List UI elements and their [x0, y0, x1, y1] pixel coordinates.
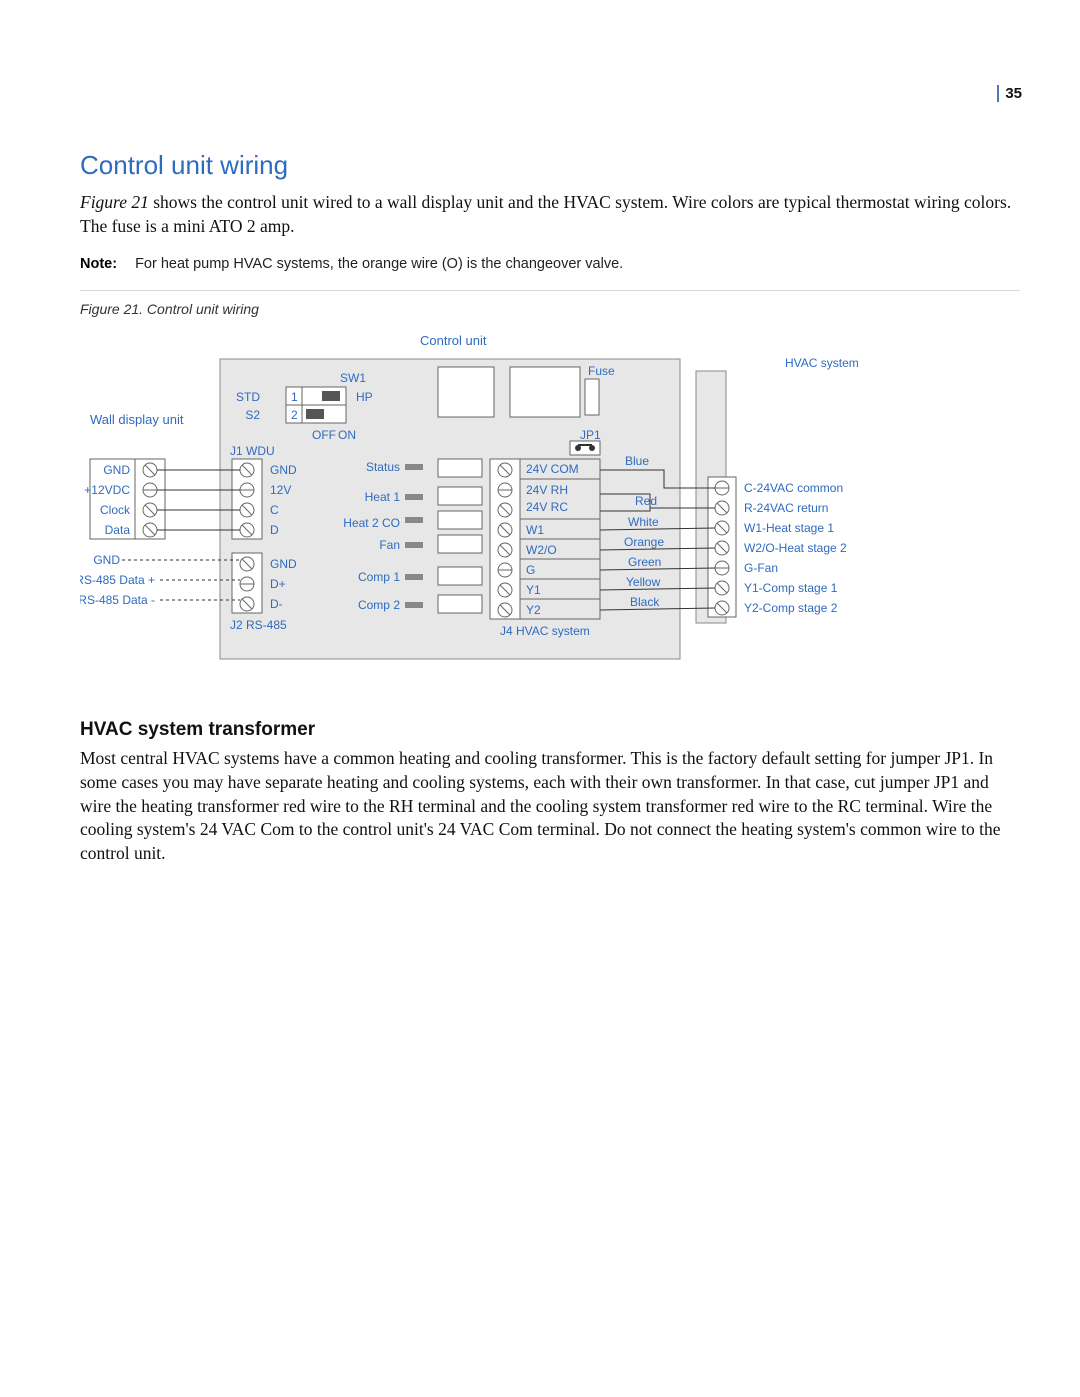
svg-text:C: C [270, 503, 279, 517]
svg-text:Heat 1: Heat 1 [365, 490, 401, 504]
svg-text:Yellow: Yellow [626, 575, 661, 589]
j2-label: J2 RS-485 [230, 618, 287, 632]
svg-text:ON: ON [338, 428, 356, 442]
sw1-label: SW1 [340, 371, 366, 385]
svg-text:C-24VAC common: C-24VAC common [744, 481, 843, 495]
svg-text:OFF: OFF [312, 428, 336, 442]
svg-text:W1-Heat stage 1: W1-Heat stage 1 [744, 521, 834, 535]
svg-text:W2/O: W2/O [526, 543, 557, 557]
svg-text:S2: S2 [245, 408, 260, 422]
svg-text:+12VDC: +12VDC [84, 483, 130, 497]
svg-text:RS-485 Data +: RS-485 Data + [80, 573, 155, 587]
svg-text:White: White [628, 515, 659, 529]
transformer-body: Most central HVAC systems have a common … [80, 747, 1020, 865]
svg-text:D-: D- [270, 597, 283, 611]
svg-text:W1: W1 [526, 523, 544, 537]
svg-text:Clock: Clock [100, 503, 131, 517]
svg-text:Y2-Comp stage 2: Y2-Comp stage 2 [744, 601, 838, 615]
svg-text:Status: Status [366, 460, 400, 474]
svg-text:R-24VAC return: R-24VAC return [744, 501, 828, 515]
svg-text:Y1: Y1 [526, 583, 541, 597]
wiring-diagram: Control unit Wall display unit SW1 STD 1… [80, 319, 920, 679]
svg-text:Green: Green [628, 555, 661, 569]
separator [80, 290, 1020, 291]
jp1-label: JP1 [580, 428, 601, 442]
svg-text:12V: 12V [270, 483, 291, 497]
page-number: 35 [997, 85, 1022, 102]
svg-text:24V RH: 24V RH [526, 483, 568, 497]
svg-text:HP: HP [356, 390, 373, 404]
note-row: Note: For heat pump HVAC systems, the or… [80, 256, 1020, 272]
svg-text:GND: GND [93, 553, 120, 567]
svg-text:Y1-Comp stage 1: Y1-Comp stage 1 [744, 581, 838, 595]
svg-text:24V RC: 24V RC [526, 500, 568, 514]
svg-text:GND: GND [270, 463, 297, 477]
svg-text:GND: GND [103, 463, 130, 477]
transformer-subhead: HVAC system transformer [80, 719, 1020, 741]
hvac-title: HVAC system [785, 356, 859, 370]
section-title: Control unit wiring [80, 150, 1020, 181]
intro-paragraph: Figure 21 shows the control unit wired t… [80, 191, 1020, 238]
fuse-label: Fuse [588, 364, 615, 378]
svg-text:2: 2 [291, 408, 298, 422]
wall-display-title: Wall display unit [90, 412, 184, 427]
svg-text:Orange: Orange [624, 535, 664, 549]
figure-ref: Figure 21 [80, 192, 149, 212]
svg-text:Red: Red [635, 494, 657, 508]
svg-text:GND: GND [270, 557, 297, 571]
figure-caption: Figure 21. Control unit wiring [80, 301, 1020, 317]
svg-text:D+: D+ [270, 577, 286, 591]
svg-text:24V COM: 24V COM [526, 462, 579, 476]
note-label: Note: [80, 256, 117, 272]
note-text: For heat pump HVAC systems, the orange w… [135, 256, 623, 272]
svg-text:Heat 2 CO: Heat 2 CO [343, 516, 400, 530]
svg-text:D: D [270, 523, 279, 537]
svg-text:Blue: Blue [625, 454, 649, 468]
control-unit-title: Control unit [420, 333, 487, 348]
svg-text:Y2: Y2 [526, 603, 541, 617]
svg-text:1: 1 [291, 390, 298, 404]
j1-label: J1 WDU [230, 444, 275, 458]
svg-text:Fan: Fan [379, 538, 400, 552]
svg-text:G: G [526, 563, 535, 577]
svg-text:W2/O-Heat stage 2: W2/O-Heat stage 2 [744, 541, 847, 555]
svg-text:Black: Black [630, 595, 660, 609]
svg-text:RS-485 Data -: RS-485 Data - [80, 593, 155, 607]
svg-text:STD: STD [236, 390, 260, 404]
svg-text:Data: Data [105, 523, 131, 537]
svg-text:Comp 2: Comp 2 [358, 598, 400, 612]
j4-label: J4 HVAC system [500, 624, 590, 638]
svg-text:Comp 1: Comp 1 [358, 570, 400, 584]
svg-text:G-Fan: G-Fan [744, 561, 778, 575]
